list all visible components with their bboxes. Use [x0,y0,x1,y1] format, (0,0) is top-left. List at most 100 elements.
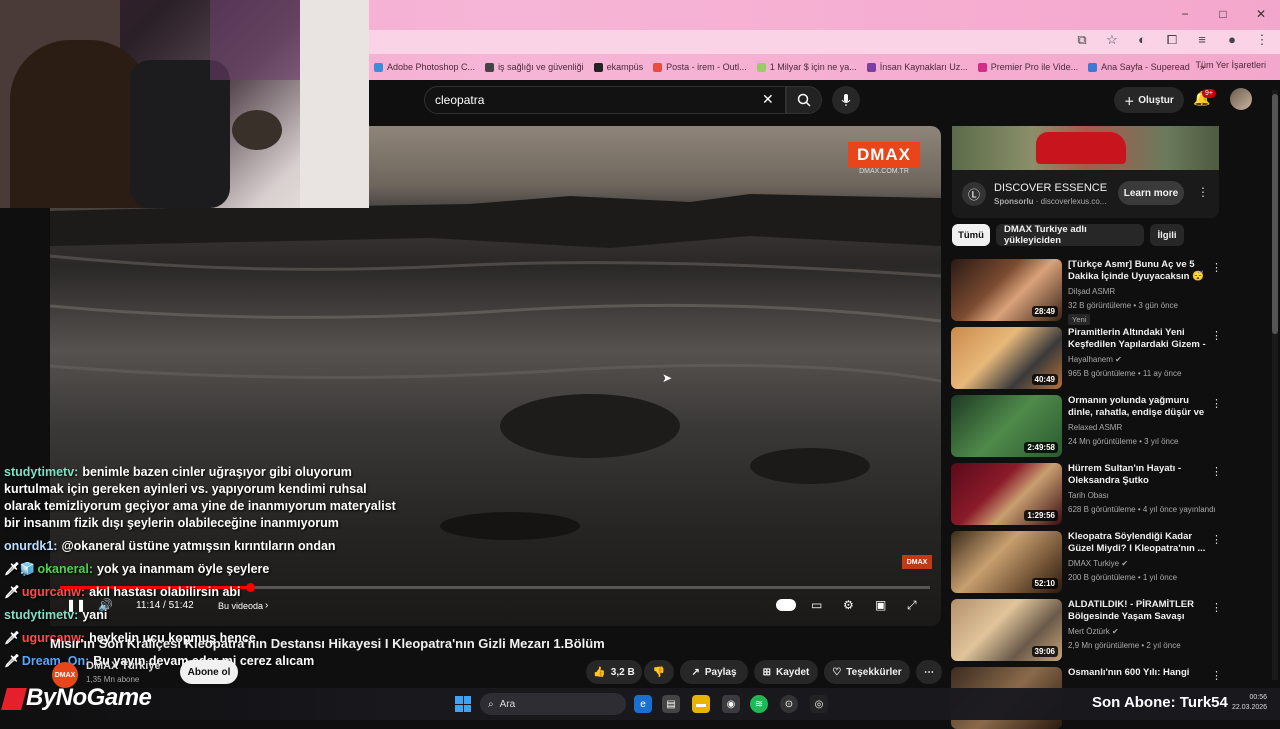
recommendation-item[interactable]: 39:06 ALDATILDIK! - PİRAMİTLER Bölgesinde… [951,599,1222,661]
like-button[interactable]: 👍 3,2 B [586,660,642,684]
bookmark-item[interactable]: Premier Pro ile Vide... [977,58,1079,76]
gear-icon[interactable]: ⚙ [843,598,854,612]
folder-icon[interactable]: ▬ [692,695,710,713]
windows-start-icon[interactable] [455,696,471,712]
recommendation-channel[interactable]: Tarih Obası [1068,491,1109,500]
maximize-button[interactable]: □ [1204,0,1242,28]
mouse-cursor-icon: ➤ [662,371,673,385]
star-icon[interactable]: ☆ [1104,32,1120,48]
bookmark-label: ekampüs [606,62,644,72]
clear-icon[interactable]: ✕ [762,91,774,108]
bookmark-label: İnsan Kaynakları Uz... [879,62,968,72]
minimize-button[interactable]: − [1166,0,1204,28]
steam-icon[interactable]: ⊙ [780,695,798,713]
recommendation-item[interactable]: 40:49 Piramitlerin Altındaki Yeni Keşfedi… [951,327,1222,389]
bookmark-label: Posta - irem - Outl... [666,62,747,72]
chat-text: yani [82,608,108,622]
chip-related[interactable]: İlgili [1150,224,1184,246]
subscribe-button[interactable]: Abone ol [180,660,238,684]
bookmark-item[interactable]: ekampüs [593,58,644,76]
extension-icon[interactable]: ◐ [1134,32,1150,48]
ad-title: DISCOVER ESSENCE [994,182,1108,194]
save-button[interactable]: ⊞ Kaydet [754,660,818,684]
close-button[interactable]: ✕ [1242,0,1280,28]
recommendation-title[interactable]: Kleopatra Söylendiği Kadar Güzel Miydi? … [1068,531,1210,555]
recommendation-item[interactable]: 28:49 [Türkçe Asmr] Bunu Aç ve 5 Dakika İ… [951,259,1222,325]
recommendation-title[interactable]: ALDATILDIK! - PİRAMİTLER Bölgesinde Yaşa… [1068,599,1210,623]
bookmark-item[interactable]: iş sağlığı ve güvenliği [485,58,584,76]
recommendation-channel[interactable]: Hayalhanem ✔ [1068,355,1122,364]
recommendation-meta: 200 B görüntüleme • 1 yıl önce [1068,573,1178,582]
recommendation-title[interactable]: Hürrem Sultan'ın Hayatı - Oleksandra Şut… [1068,463,1210,487]
kebab-icon[interactable]: ⋮ [1254,32,1270,48]
account-avatar[interactable] [1230,88,1252,110]
edge-icon[interactable]: e [634,695,652,713]
learn-more-button[interactable]: Learn more [1118,181,1184,205]
recommendation-item[interactable]: 52:10 Kleopatra Söylendiği Kadar Güzel Mi… [951,531,1222,593]
kebab-icon[interactable]: ⋮ [1211,397,1222,410]
cat-shape [232,110,282,150]
recommendation-channel[interactable]: Mert Öztürk ✔ [1068,627,1119,636]
miniplayer-icon[interactable]: ▣ [875,598,886,612]
profile-icon[interactable]: ● [1224,32,1240,48]
channel-label: Relaxed ASMR [1068,423,1123,432]
search-input[interactable]: cleopatra [424,86,786,114]
install-icon[interactable]: ⧉ [1074,32,1090,48]
kebab-icon[interactable]: ⋮ [1211,465,1222,478]
bookmark-label: Premier Pro ile Vide... [990,62,1079,72]
video-thumbnail[interactable]: 40:49 [951,327,1062,389]
video-thumbnail[interactable]: 52:10 [951,531,1062,593]
channel-name[interactable]: DMAX Türkiye [86,660,161,672]
captions-icon[interactable]: ▭ [811,598,822,612]
duration-badge: 2:49:58 [1024,442,1058,453]
recommendation-item[interactable]: 2:49:58 Ormanın yolunda yağmuru dinle, ra… [951,395,1222,457]
menu-icon[interactable]: ≡ [1194,32,1210,48]
bookmark-item[interactable]: 1 Milyar $ için ne ya... [756,58,857,76]
kebab-icon[interactable]: ⋮ [1211,329,1222,342]
chat-username: ugurcanw: [21,585,86,599]
kebab-icon[interactable]: ⋮ [1197,185,1209,199]
chip-all[interactable]: Tümü [952,224,990,246]
recommendation-title[interactable]: Ormanın yolunda yağmuru dinle, rahatla, … [1068,395,1210,419]
video-thumbnail[interactable]: 39:06 [951,599,1062,661]
bookmark-item[interactable]: Adobe Photoshop C... [374,58,475,76]
all-bookmarks[interactable]: Tüm Yer İşaretleri [1195,60,1266,70]
search-button[interactable] [786,86,822,114]
bookmark-item[interactable]: Posta - irem - Outl... [653,58,747,76]
bookmark-item[interactable]: İnsan Kaynakları Uz... [866,58,968,76]
store-icon[interactable]: ▤ [662,695,680,713]
recommendation-channel[interactable]: Dilşad ASMR [1068,287,1115,296]
bookmark-item[interactable]: Ana Sayfa - Superead [1088,58,1190,76]
video-thumbnail[interactable]: 1:29:56 [951,463,1062,525]
kebab-icon[interactable]: ⋮ [1211,533,1222,546]
recommendation-title[interactable]: [Türkçe Asmr] Bunu Aç ve 5 Dakika İçinde… [1068,259,1210,283]
share-button[interactable]: ↗ Paylaş [680,660,748,684]
dislike-button[interactable]: 👎 [644,660,674,684]
scrollbar-thumb[interactable] [1272,94,1278,334]
recommendation-title[interactable]: Piramitlerin Altındaki Yeni Keşfedilen Y… [1068,327,1210,351]
more-actions-button[interactable]: ⋯ [916,660,942,684]
spotify-icon[interactable]: ≋ [750,695,768,713]
recommendation-channel[interactable]: Relaxed ASMR [1068,423,1122,432]
bynogame-brand: ByNoGame [26,684,152,711]
kebab-icon[interactable]: ⋮ [1211,669,1222,682]
recommendation-title[interactable]: Osmanlı'nın 600 Yılı: Hangi [1068,667,1210,679]
video-thumbnail[interactable]: 28:49 [951,259,1062,321]
recommendation-channel[interactable]: DMAX Turkiye ✔ [1068,559,1128,568]
fullscreen-icon[interactable]: ⤢ [907,598,917,613]
taskbar-search[interactable]: ⌕ Ara [480,693,626,715]
kebab-icon[interactable]: ⋮ [1211,261,1222,274]
chat-username: onurdk1: [4,539,58,553]
kebab-icon[interactable]: ⋮ [1211,601,1222,614]
voice-search-button[interactable] [832,86,860,114]
video-thumbnail[interactable]: 2:49:58 [951,395,1062,457]
chip-uploader[interactable]: DMAX Turkiye adlı yükleyiciden [996,224,1144,246]
create-button[interactable]: ＋ Oluştur [1114,87,1184,113]
obs-icon[interactable]: ◎ [810,695,828,713]
thanks-button[interactable]: ♡ Teşekkürler [824,660,910,684]
chrome-icon[interactable]: ◉ [722,695,740,713]
share-label: Paylaş [704,666,737,678]
recommendation-item[interactable]: 1:29:56 Hürrem Sultan'ın Hayatı - Oleksan… [951,463,1222,525]
puzzle-icon[interactable]: ⧠ [1164,32,1180,48]
autoplay-toggle[interactable] [776,599,796,611]
